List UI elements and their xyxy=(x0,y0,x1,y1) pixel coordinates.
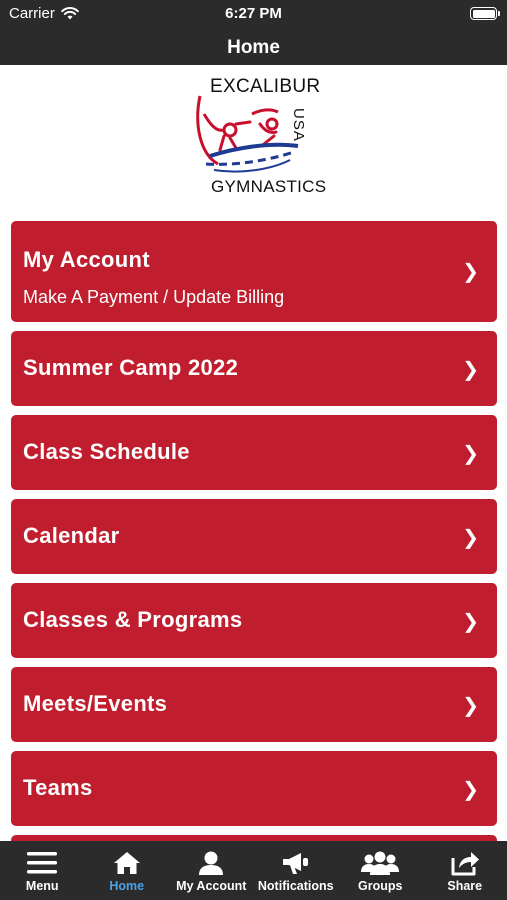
menu-item-class-schedule[interactable]: Class Schedule ❯ xyxy=(11,415,497,490)
logo-text-gymnastics: GYMNASTICS xyxy=(211,177,327,196)
group-icon xyxy=(361,851,400,875)
excalibur-logo: EXCALIBUR USA GYMNASTICS xyxy=(190,76,326,200)
user-icon xyxy=(199,851,224,875)
battery-fill xyxy=(472,9,495,18)
page-title: Home xyxy=(227,37,280,58)
gymnast-figure-icon xyxy=(196,95,299,173)
megaphone-icon xyxy=(282,853,308,874)
share-icon xyxy=(451,852,479,876)
chevron-right-icon: ❯ xyxy=(462,611,479,633)
tab-label: Menu xyxy=(25,879,59,893)
tab-bar: Menu Home My Account Notifications Group… xyxy=(0,841,507,900)
chevron-right-icon: ❯ xyxy=(462,527,479,549)
navigation-bar: Home xyxy=(0,28,507,65)
status-time: 6:27 PM xyxy=(225,5,282,22)
tab-label: My Account xyxy=(176,879,247,893)
tab-home[interactable]: Home xyxy=(85,841,170,900)
menu-item-title: Meets/Events xyxy=(23,691,168,716)
status-bar: Carrier 6:27 PM xyxy=(0,0,507,28)
tab-label: Share xyxy=(447,879,483,893)
tab-label: Notifications xyxy=(257,879,334,893)
menu-item-calendar[interactable]: Calendar ❯ xyxy=(11,499,497,574)
chevron-right-icon: ❯ xyxy=(462,695,479,717)
tab-label: Home xyxy=(109,879,145,893)
tab-label: Groups xyxy=(358,879,403,893)
menu-item-title: Summer Camp 2022 xyxy=(23,355,239,380)
menu-item-title: Calendar xyxy=(23,523,120,548)
chevron-right-icon: ❯ xyxy=(462,779,479,801)
menu-list: My Account Make A Payment / Update Billi… xyxy=(11,221,497,900)
hamburger-menu-icon xyxy=(27,852,58,874)
menu-item-title: Classes & Programs xyxy=(23,607,243,632)
menu-item-meets-events[interactable]: Meets/Events ❯ xyxy=(11,667,497,742)
menu-item-classes-programs[interactable]: Classes & Programs ❯ xyxy=(11,583,497,658)
menu-item-subtitle: Make A Payment / Update Billing xyxy=(23,287,285,307)
tab-menu[interactable]: Menu xyxy=(0,841,85,900)
menu-item-title: My Account xyxy=(23,247,150,272)
menu-item-my-account[interactable]: My Account Make A Payment / Update Billi… xyxy=(11,221,497,322)
menu-item-teams[interactable]: Teams ❯ xyxy=(11,751,497,826)
chevron-right-icon: ❯ xyxy=(462,359,479,381)
tab-share[interactable]: Share xyxy=(423,841,507,900)
menu-item-title: Class Schedule xyxy=(23,439,190,464)
home-icon xyxy=(113,852,140,874)
chevron-right-icon: ❯ xyxy=(462,443,479,465)
menu-item-summer-camp[interactable]: Summer Camp 2022 ❯ xyxy=(11,331,497,406)
tab-notifications[interactable]: Notifications xyxy=(254,841,339,900)
menu-item-title: Teams xyxy=(23,775,93,800)
battery-icon xyxy=(470,7,500,20)
tab-my-account[interactable]: My Account xyxy=(169,841,254,900)
chevron-right-icon: ❯ xyxy=(462,261,479,283)
tab-groups[interactable]: Groups xyxy=(338,841,423,900)
app-screen: Carrier 6:27 PM Home EXCALIBUR USA GYMNA… xyxy=(0,0,507,900)
